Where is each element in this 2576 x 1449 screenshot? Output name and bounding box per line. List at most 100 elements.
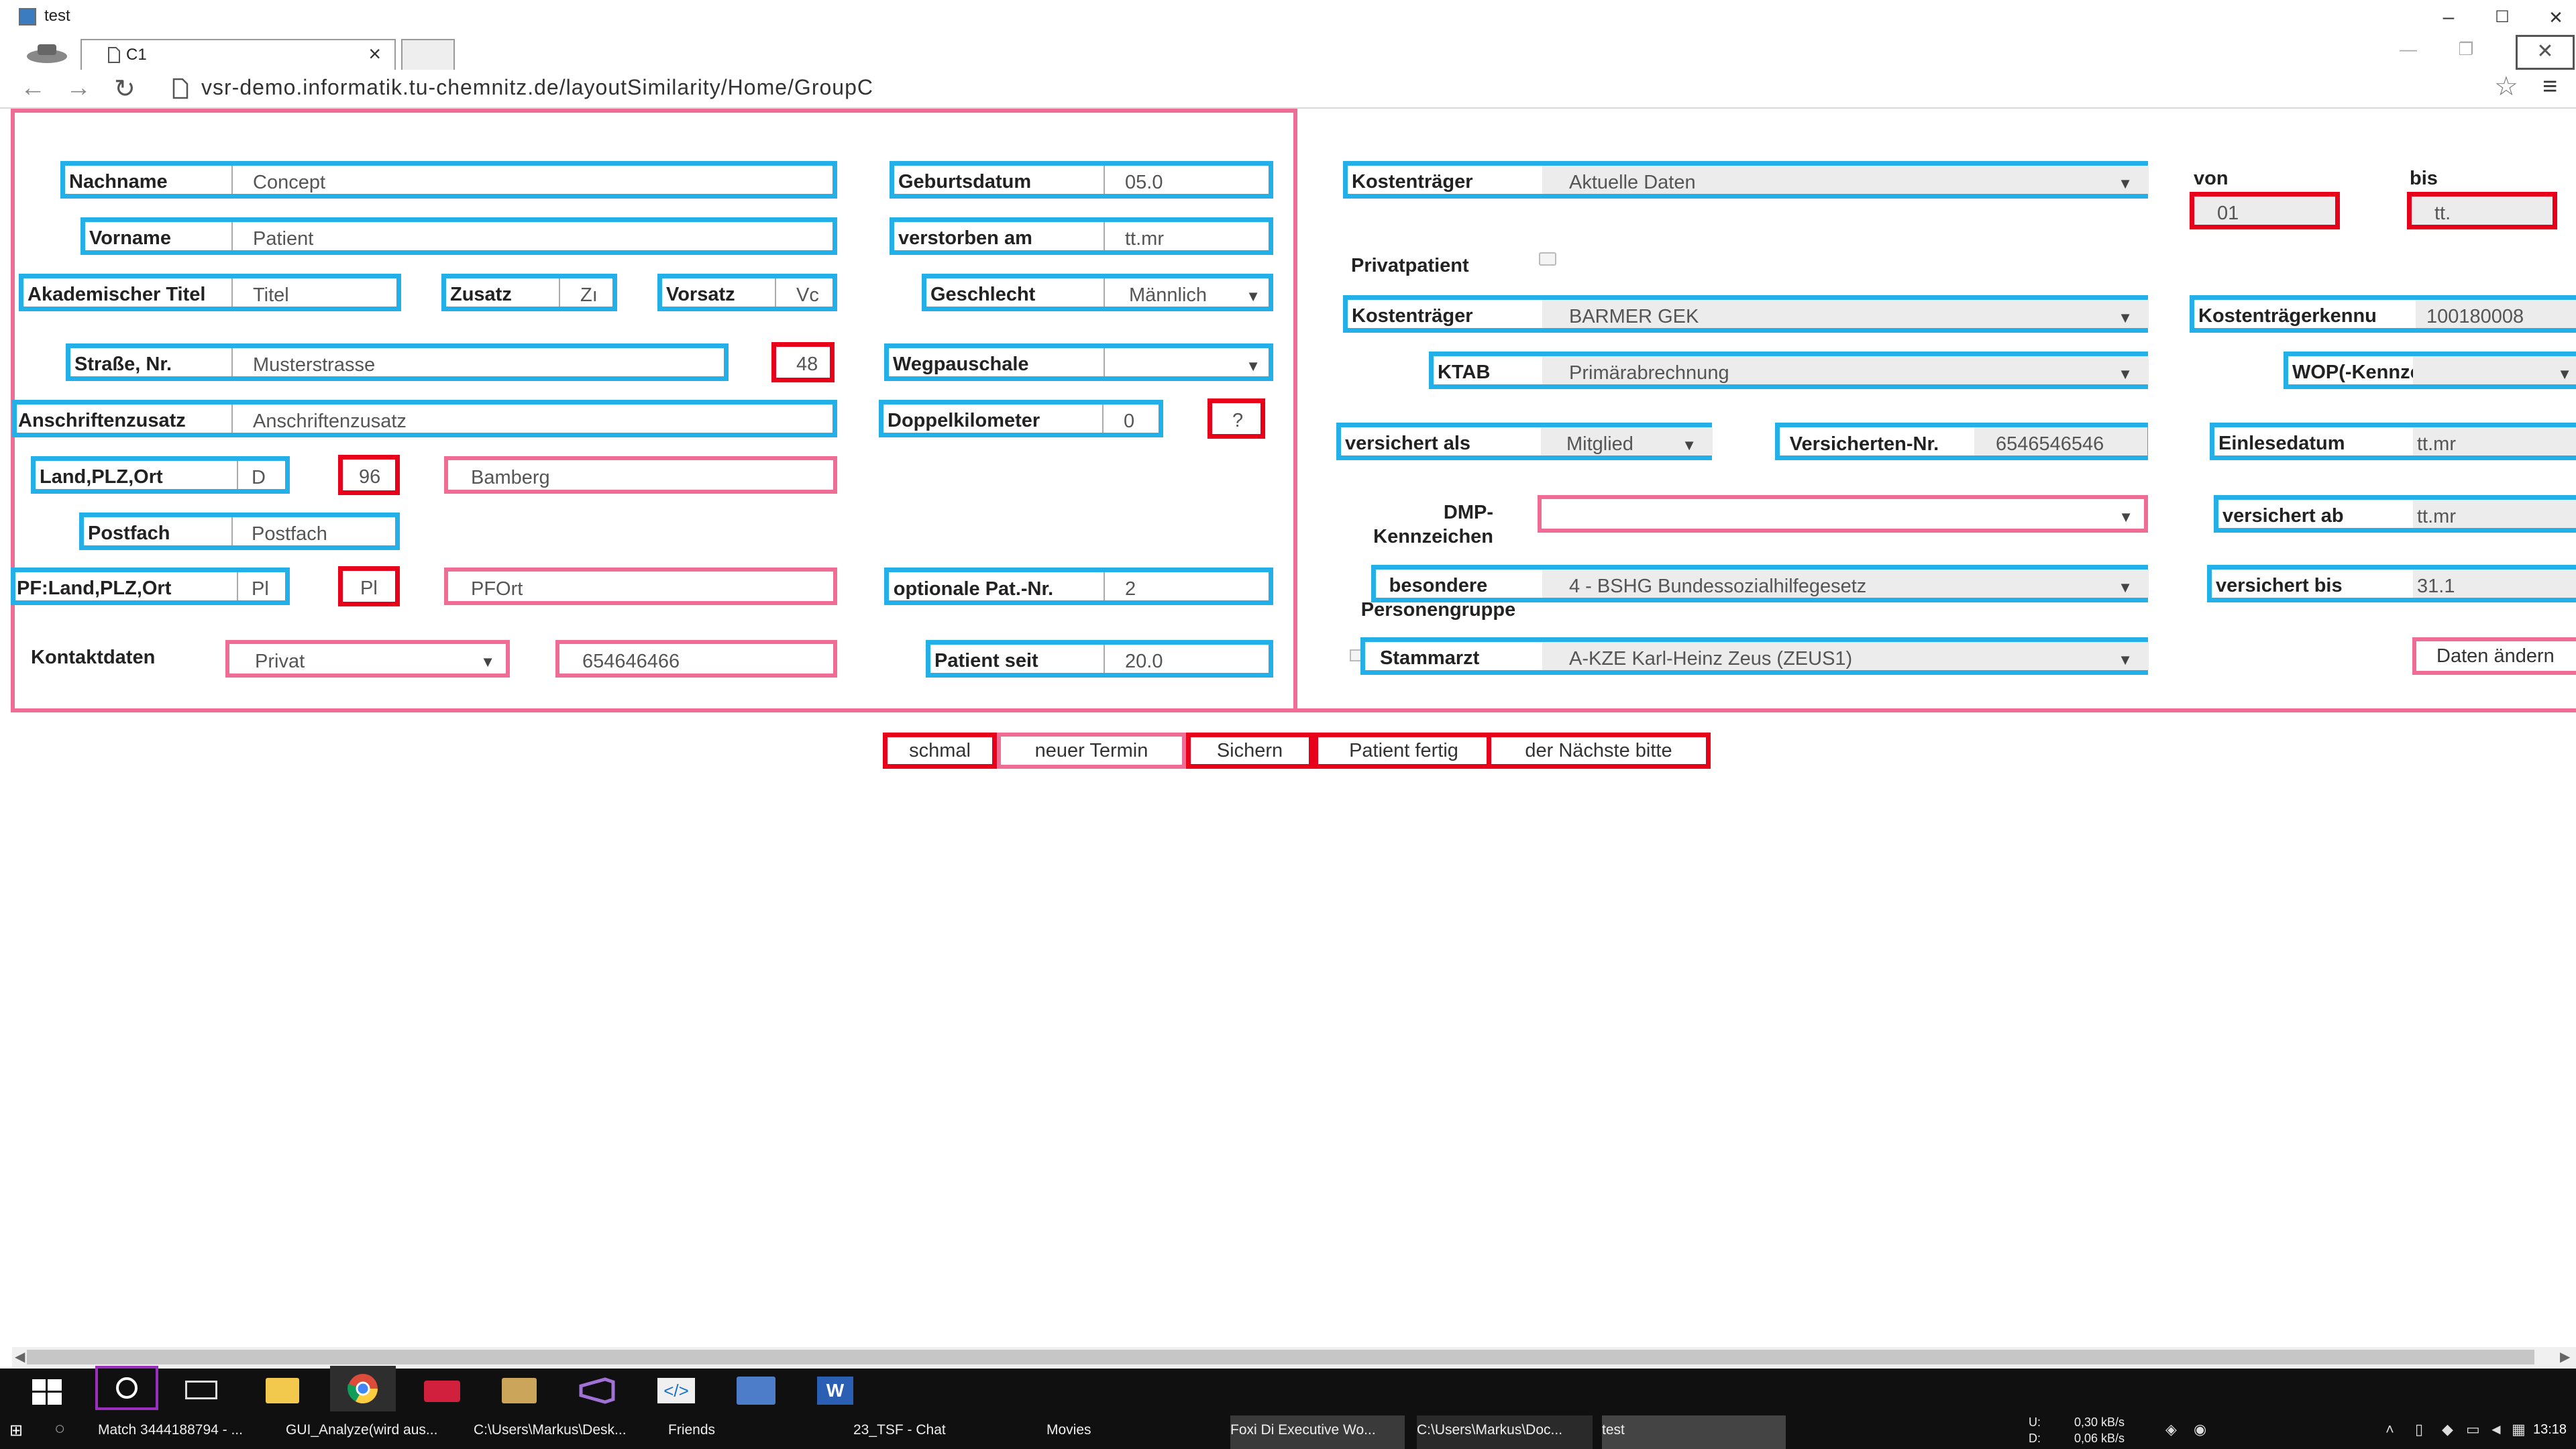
task-item[interactable]: Match 3444188794 - ... <box>98 1415 279 1449</box>
chrome-taskbar-item[interactable] <box>330 1366 396 1411</box>
pf-plz-input[interactable]: Pl <box>338 566 400 606</box>
postfach-field[interactable]: Postfach Postfach <box>79 513 400 550</box>
task-item[interactable]: Friends <box>668 1415 836 1449</box>
field-label: Zusatz <box>450 284 512 305</box>
versicherten-nr-field[interactable]: Versicherten-Nr. 6546546546 <box>1775 423 2148 460</box>
von-input[interactable]: 01 <box>2190 192 2340 229</box>
keyboard-icon[interactable]: ▦ <box>2512 1421 2526 1438</box>
versichert-als-select[interactable]: versichert als Mitglied ▼ <box>1336 423 1713 460</box>
wop-select[interactable]: WOP(-Kennzeichen) ▼ <box>2284 352 2576 389</box>
privatpatient-checkbox[interactable] <box>1539 252 1556 266</box>
pf-ort-input[interactable]: PFOrt <box>444 568 837 605</box>
tray-app-icon[interactable]: ◈ <box>2165 1421 2177 1438</box>
volume-icon[interactable]: ◄ <box>2489 1421 2504 1438</box>
maximize-button[interactable]: ☐ <box>2475 3 2529 32</box>
daten-aendern-button[interactable]: Daten ändern <box>2412 637 2576 675</box>
task-item[interactable]: 23_TSF - Chat <box>853 1415 1021 1449</box>
wegpauschale-select[interactable]: Wegpauschale ▼ <box>884 343 1273 381</box>
tab-restore-icon[interactable]: ❐ <box>2439 39 2493 66</box>
optionale-pat-nr-field[interactable]: optionale Pat.-Nr. 2 <box>884 568 1273 605</box>
tab-minimize-icon[interactable]: — <box>2381 39 2435 66</box>
task-view-icon[interactable] <box>185 1381 217 1399</box>
neuer-termin-button[interactable]: neuer Termin <box>997 733 1186 769</box>
task-item[interactable]: C:\Users\Markus\Doc... <box>1417 1415 1593 1449</box>
reload-icon[interactable]: ↻ <box>114 74 136 104</box>
task-item[interactable]: Movies <box>1046 1415 1214 1449</box>
network-icon[interactable]: ▭ <box>2466 1421 2480 1438</box>
ktab-select[interactable]: KTAB Primärabrechnung ▼ <box>1429 352 2149 389</box>
task-item[interactable]: GUI_Analyze(wird aus... <box>286 1415 467 1449</box>
minimize-button[interactable]: – <box>2422 3 2475 32</box>
task-item[interactable]: C:\Users\Markus\Desk... <box>474 1415 655 1449</box>
kostentraeger-daten-select[interactable]: Kostenträger Aktuelle Daten ▼ <box>1343 161 2149 199</box>
page-info-icon[interactable] <box>172 78 189 99</box>
kontaktart-select[interactable]: Privat ▼ <box>225 640 510 678</box>
chevron-up-icon[interactable]: ˄ <box>2385 1421 2394 1438</box>
vorsatz-field[interactable]: Vorsatz Vc <box>657 274 837 311</box>
clock[interactable]: 13:18 <box>2533 1422 2567 1438</box>
tab-c1[interactable]: C1 × <box>80 39 396 70</box>
doppelkilometer-field[interactable]: Doppelkilometer 0 <box>879 400 1163 437</box>
word-icon[interactable]: W <box>817 1377 853 1405</box>
menu-icon[interactable]: ≡ <box>2542 72 2557 101</box>
strasse-field[interactable]: Straße, Nr. Musterstrasse <box>66 343 729 381</box>
versichert-bis-field[interactable]: versichert bis 31.1 <box>2207 565 2576 602</box>
pf-land-field[interactable]: PF:Land,PLZ,Ort Pl <box>11 568 290 605</box>
back-icon[interactable]: ← <box>20 74 46 103</box>
shield-icon[interactable]: ◆ <box>2442 1421 2453 1438</box>
browser-close-icon[interactable]: ✕ <box>2516 35 2575 70</box>
einlesedatum-field[interactable]: Einlesedatum tt.mr <box>2210 423 2576 460</box>
scroll-right-icon[interactable]: ▶ <box>2560 1348 2570 1365</box>
profile-icon[interactable] <box>20 40 74 67</box>
url-input[interactable]: vsr-demo.informatik.tu-chemnitz.de/layou… <box>201 75 873 100</box>
battery-icon[interactable]: ▯ <box>2415 1421 2423 1438</box>
vorname-field[interactable]: Vorname Patient <box>80 217 837 255</box>
app-red-icon[interactable] <box>424 1381 460 1402</box>
file-explorer-icon[interactable] <box>266 1378 299 1403</box>
personengruppe-select[interactable]: besondere Personengruppe 4 - BSHG Bundes… <box>1361 565 2149 621</box>
bis-input[interactable]: tt. <box>2407 192 2557 229</box>
ort-input[interactable]: Bamberg <box>444 456 837 494</box>
remote-desktop-icon[interactable] <box>737 1377 775 1405</box>
close-button[interactable]: ✕ <box>2529 3 2576 32</box>
verstorben-field[interactable]: verstorben am tt.mr <box>890 217 1273 255</box>
geburtsdatum-field[interactable]: Geburtsdatum 05.0 <box>890 161 1273 199</box>
new-tab-button[interactable] <box>401 39 455 70</box>
visual-studio-icon[interactable] <box>578 1377 616 1405</box>
cortana-icon[interactable] <box>95 1366 158 1410</box>
anschriftenzusatz-field[interactable]: Anschriftenzusatz Anschriftenzusatz <box>12 400 837 437</box>
task-item-active[interactable]: test <box>1602 1415 1786 1449</box>
tray-app2-icon[interactable]: ◉ <box>2194 1421 2206 1438</box>
land-field[interactable]: Land,PLZ,Ort D <box>31 456 290 494</box>
titel-field[interactable]: Akademischer Titel Titel <box>19 274 401 311</box>
forward-icon[interactable]: → <box>66 74 91 103</box>
tab-close-icon[interactable]: × <box>368 42 381 66</box>
sichern-button[interactable]: Sichern <box>1186 733 1313 769</box>
help-button[interactable]: ? <box>1208 398 1265 439</box>
search-icon[interactable]: ◌ <box>55 1419 64 1438</box>
patient-seit-field[interactable]: Patient seit 20.0 <box>926 640 1273 678</box>
chevron-down-icon: ▼ <box>480 653 495 670</box>
scrollbar-thumb[interactable] <box>27 1350 2534 1364</box>
nachname-field[interactable]: Nachname Concept <box>60 161 837 199</box>
start-icon[interactable] <box>32 1379 62 1405</box>
kostentraeger-select[interactable]: Kostenträger BARMER GEK ▼ <box>1343 295 2149 333</box>
kontakt-input[interactable]: 654646466 <box>555 640 837 678</box>
stammarzt-select[interactable]: Stammarzt A-KZE Karl-Heinz Zeus (ZEUS1) … <box>1360 637 2149 675</box>
task-item[interactable]: Foxi Di Executive Wo... <box>1230 1415 1405 1449</box>
schmal-button[interactable]: schmal <box>883 733 997 769</box>
hausnummer-input[interactable]: 48 <box>771 342 835 382</box>
bookmark-star-icon[interactable]: ☆ <box>2494 71 2518 102</box>
app-terminal-icon[interactable] <box>502 1378 537 1403</box>
windows-small-icon[interactable]: ⊞ <box>9 1421 23 1440</box>
versichert-ab-field[interactable]: versichert ab tt.mr <box>2214 495 2576 533</box>
zusatz-field[interactable]: Zusatz Zı <box>441 274 617 311</box>
code-editor-icon[interactable]: </> <box>657 1378 695 1403</box>
naechste-bitte-button[interactable]: der Nächste bitte <box>1487 733 1711 769</box>
plz-input[interactable]: 96 <box>338 455 400 495</box>
dmp-select[interactable]: ▼ <box>1538 495 2148 533</box>
geschlecht-select[interactable]: Geschlecht Männlich ▼ <box>922 274 1273 311</box>
scroll-left-icon[interactable]: ◀ <box>15 1348 25 1365</box>
kostentraegerkennung-field[interactable]: Kostenträgerkennu 100180008 <box>2190 295 2576 333</box>
patient-fertig-button[interactable]: Patient fertig <box>1313 733 1489 769</box>
